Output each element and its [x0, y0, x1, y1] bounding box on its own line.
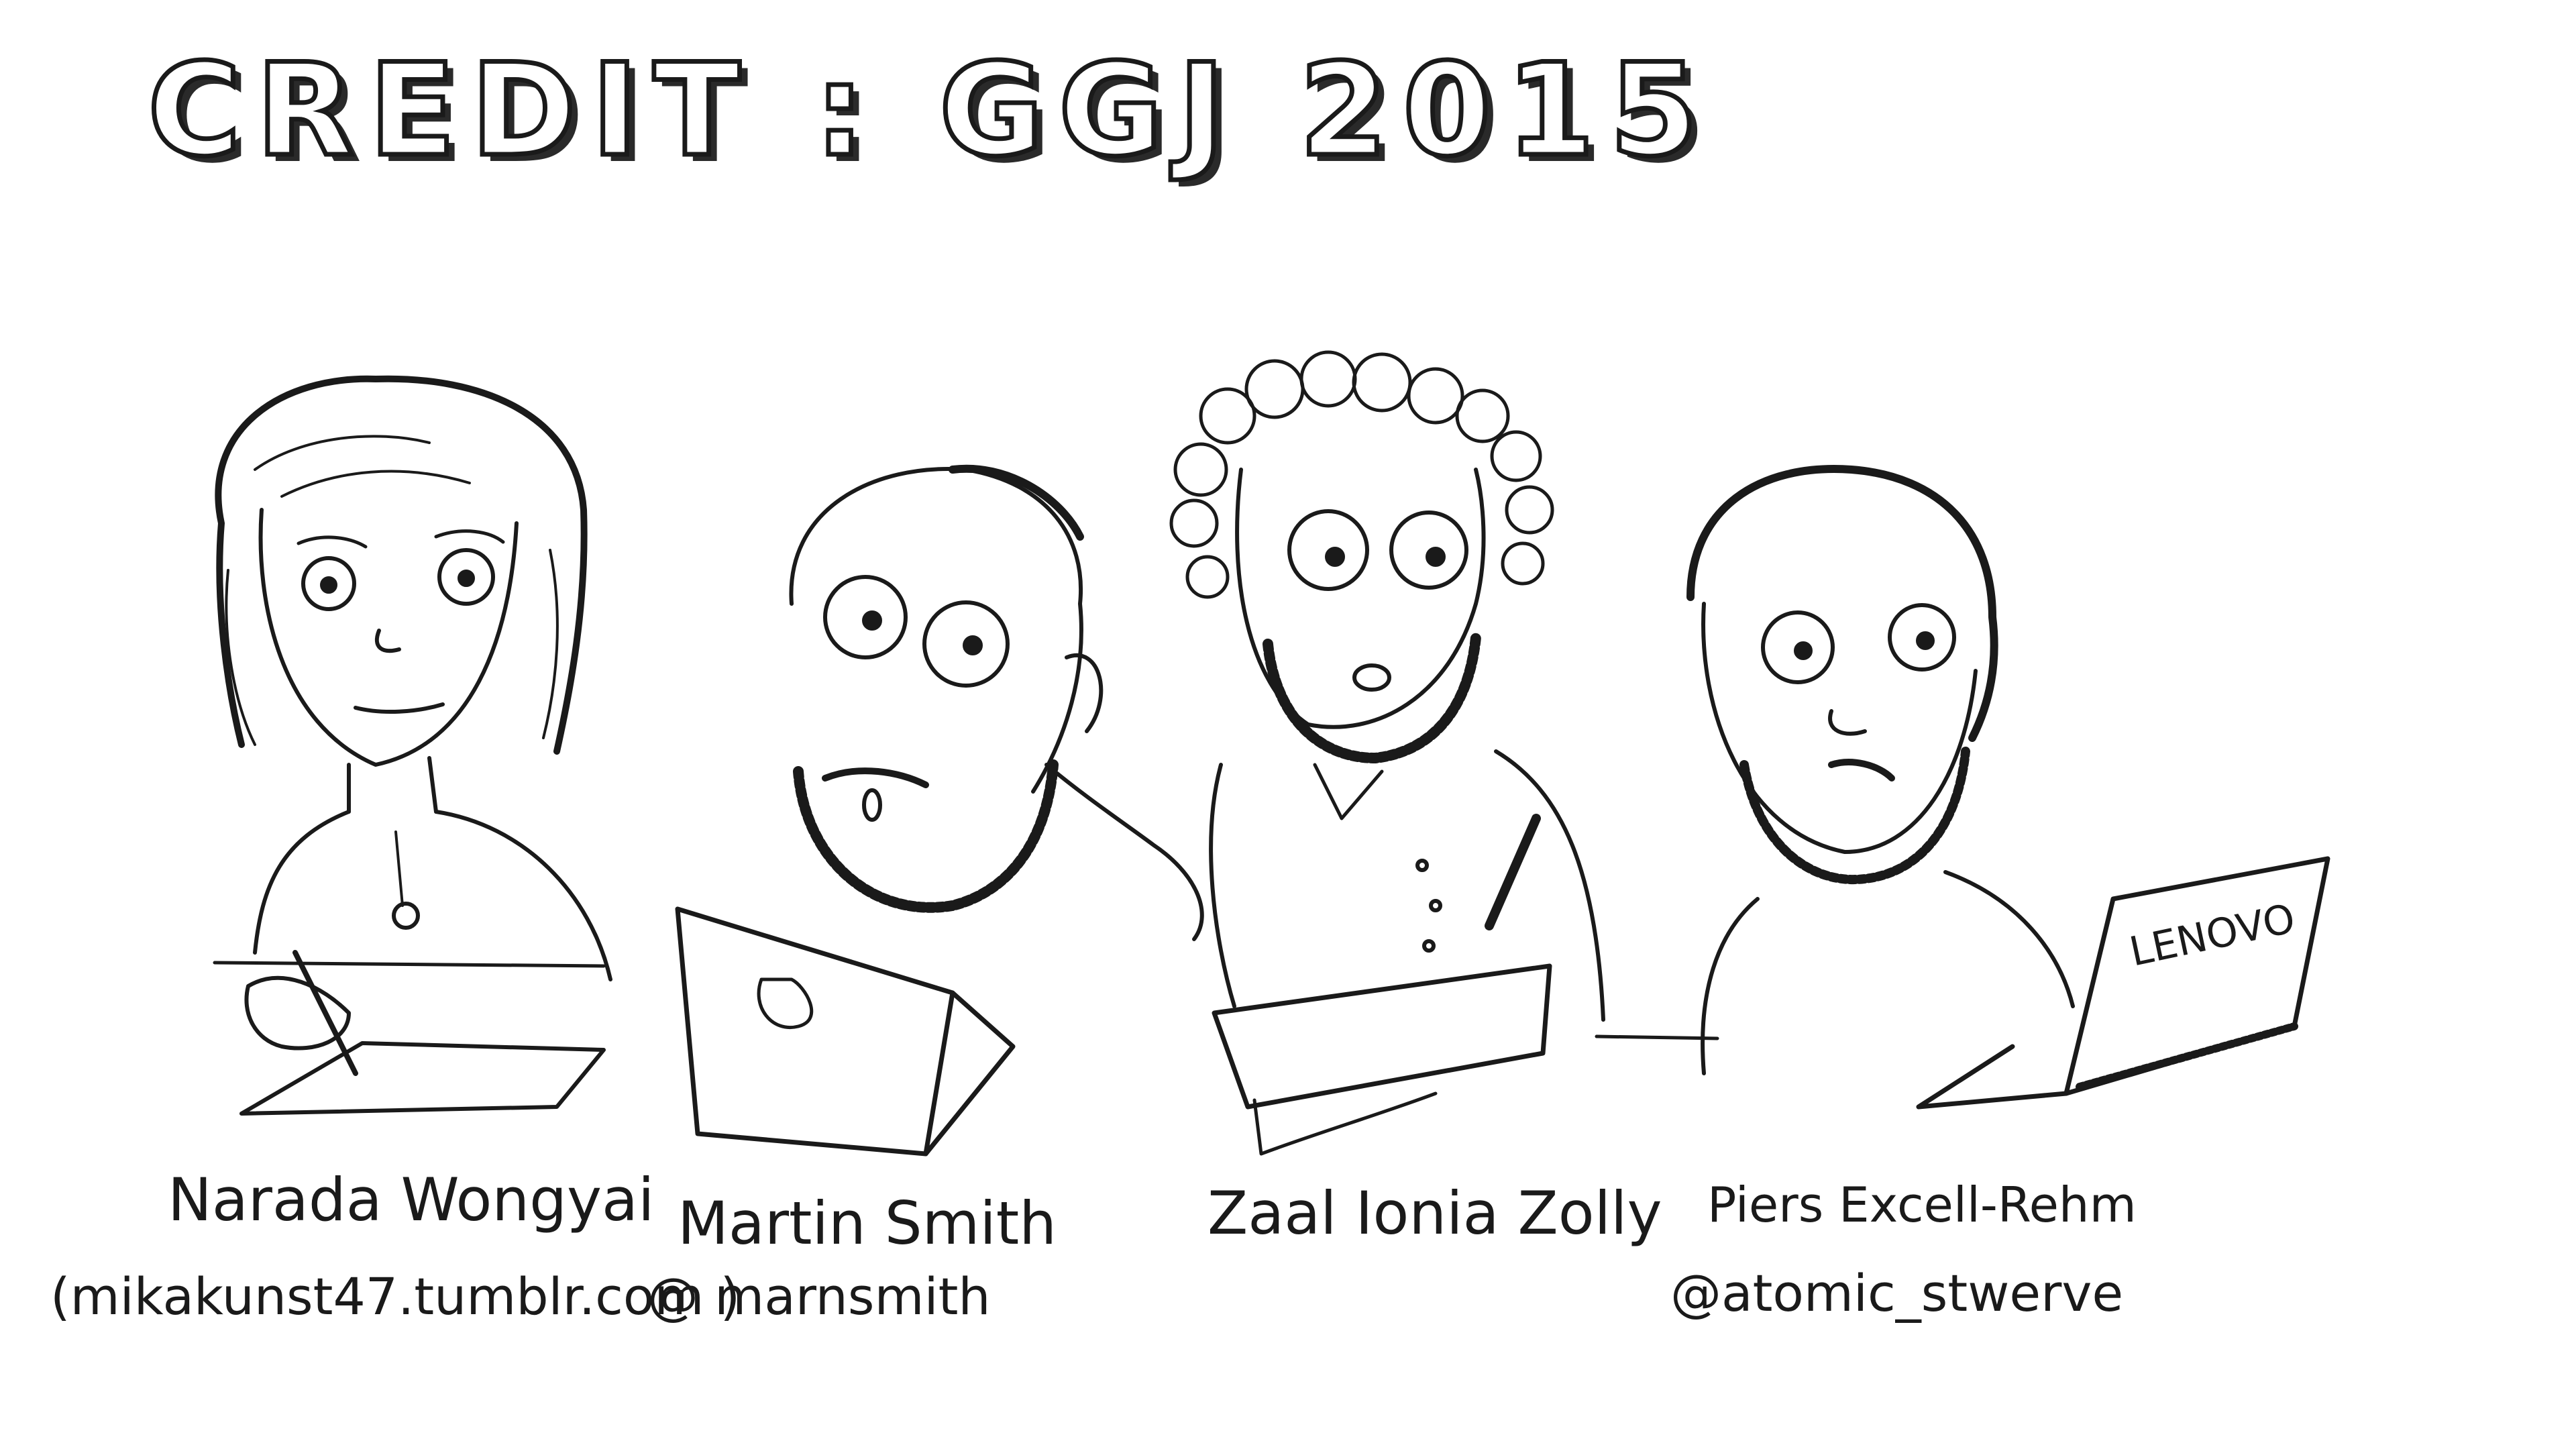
person-4-name: Piers Excell-Rehm — [1707, 1177, 2137, 1233]
person-piers: LENOVO — [1686, 465, 2330, 1110]
laptop-brand-text: LENOVO — [2126, 895, 2300, 975]
person-zaal — [1169, 350, 1605, 1156]
person-1-name: Narada Wongyai — [168, 1165, 655, 1234]
person-3-name: Zaal Ionia Zolly — [1208, 1179, 1662, 1248]
zaal-tablet — [1212, 963, 1552, 1110]
person-2-handle: @ marnsmith — [647, 1267, 991, 1326]
person-2-name: Martin Smith — [678, 1189, 1057, 1258]
person-narada — [215, 375, 612, 1116]
person-1-handle: (mikakunst47.tumblr.com ) — [50, 1267, 741, 1326]
piers-laptop — [2063, 856, 2330, 1096]
person-martin — [675, 464, 1204, 1157]
person-4-handle: @atomic_stwerve — [1670, 1263, 2124, 1323]
sketch-canvas: CREDIT : GGJ 2015 LENOVO Narada Wongyai … — [0, 0, 2576, 1449]
martin-laptop — [675, 906, 955, 1157]
